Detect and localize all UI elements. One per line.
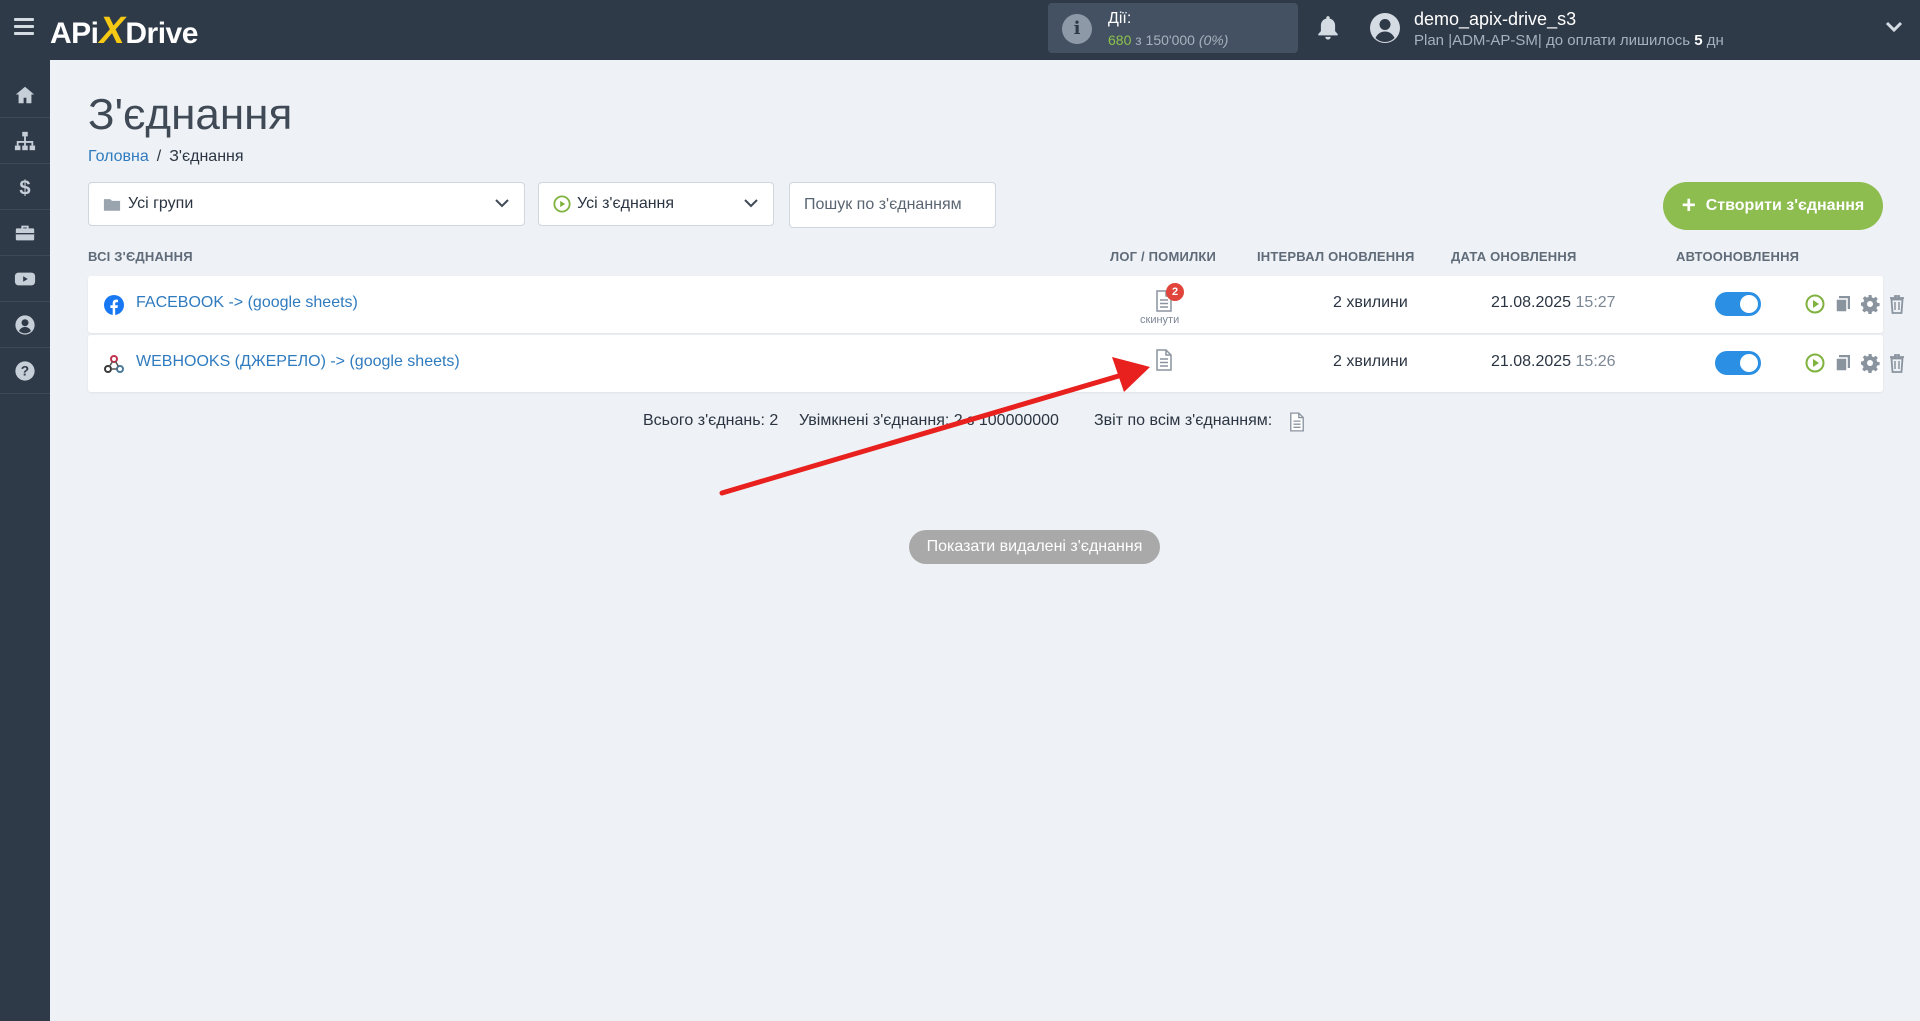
groups-select-value: Усі групи bbox=[128, 195, 194, 212]
breadcrumb: Головна / З'єднання bbox=[88, 148, 244, 165]
user-name[interactable]: demo_apix-drive_s3 bbox=[1414, 9, 1576, 30]
auto-update-toggle[interactable] bbox=[1715, 292, 1761, 316]
sidebar-item-profile[interactable] bbox=[0, 302, 50, 348]
breadcrumb-current: З'єднання bbox=[169, 148, 244, 165]
show-deleted-button[interactable]: Показати видалені з'єднання bbox=[909, 530, 1160, 564]
breadcrumb-home-link[interactable]: Головна bbox=[88, 148, 149, 165]
actions-count: 680 з 150'000 (0%) bbox=[1108, 32, 1229, 48]
enabled-connections: Увімкнені з'єднання: 2 з 100000000 bbox=[799, 412, 1059, 429]
page-title: З'єднання bbox=[88, 90, 293, 139]
plus-icon: + bbox=[1681, 192, 1696, 219]
dollar-icon: $ bbox=[19, 177, 30, 198]
sidebar-item-services[interactable] bbox=[0, 210, 50, 256]
search-input[interactable] bbox=[789, 182, 996, 228]
column-header-auto: АВТООНОВЛЕННЯ bbox=[1676, 249, 1800, 264]
logo[interactable]: APiXDrive bbox=[50, 10, 198, 53]
update-date: 21.08.2025 15:26 bbox=[1491, 353, 1616, 370]
help-icon: ? bbox=[15, 360, 35, 381]
run-icon[interactable] bbox=[1805, 294, 1825, 314]
total-connections: Всього з'єднань: 2 bbox=[643, 412, 779, 429]
briefcase-icon bbox=[15, 225, 35, 240]
info-icon: i bbox=[1062, 14, 1092, 44]
play-circle-icon bbox=[553, 195, 571, 213]
chevron-down-icon bbox=[744, 199, 758, 208]
bell-icon[interactable] bbox=[1315, 14, 1341, 42]
report-file-icon[interactable] bbox=[1289, 412, 1305, 432]
reset-errors-link[interactable]: скинути bbox=[1140, 314, 1179, 326]
copy-icon[interactable] bbox=[1833, 294, 1853, 314]
svg-text:?: ? bbox=[21, 363, 29, 378]
gear-icon[interactable] bbox=[1860, 353, 1880, 373]
actions-label: Дії: bbox=[1108, 10, 1132, 27]
chevron-down-icon[interactable] bbox=[1885, 20, 1903, 34]
trash-icon[interactable] bbox=[1887, 353, 1907, 373]
sidebar: $ ? bbox=[0, 60, 50, 1021]
sidebar-item-video[interactable] bbox=[0, 256, 50, 302]
create-connection-button[interactable]: + Створити з'єднання bbox=[1663, 182, 1883, 230]
webhooks-icon bbox=[104, 355, 124, 373]
sidebar-item-home[interactable] bbox=[0, 72, 50, 118]
sidebar-item-help[interactable]: ? bbox=[0, 348, 50, 394]
sitemap-icon bbox=[14, 131, 36, 150]
trash-icon[interactable] bbox=[1887, 294, 1907, 314]
column-header-log: ЛОГ / ПОМИЛКИ bbox=[1110, 249, 1217, 264]
svg-text:$: $ bbox=[19, 177, 30, 198]
actions-counter[interactable]: i Дії: 680 з 150'000 (0%) bbox=[1048, 3, 1298, 53]
facebook-icon bbox=[104, 295, 124, 315]
error-count-badge: 2 bbox=[1166, 283, 1184, 301]
run-icon[interactable] bbox=[1805, 353, 1825, 373]
table-row: FACEBOOK -> (google sheets) 2 скинути 2 … bbox=[88, 276, 1904, 333]
menu-icon[interactable] bbox=[14, 18, 34, 36]
copy-icon[interactable] bbox=[1833, 353, 1853, 373]
update-interval: 2 хвилини bbox=[1333, 294, 1408, 311]
table-row: WEBHOOKS (ДЖЕРЕЛО) -> (google sheets) 2 … bbox=[88, 335, 1904, 392]
log-file-icon[interactable] bbox=[1155, 349, 1173, 371]
gear-icon[interactable] bbox=[1860, 294, 1880, 314]
update-date: 21.08.2025 15:27 bbox=[1491, 294, 1616, 311]
top-bar: APiXDrive i Дії: 680 з 150'000 (0%) demo… bbox=[0, 0, 1920, 60]
column-header-interval: ІНТЕРВАЛ ОНОВЛЕННЯ bbox=[1257, 249, 1415, 264]
connections-select-value: Усі з'єднання bbox=[577, 195, 675, 212]
column-header-all: ВСІ З'ЄДНАННЯ bbox=[88, 249, 193, 264]
main-content: З'єднання Головна / З'єднання Усі групи Ус… bbox=[50, 60, 1920, 1021]
connection-name-link[interactable]: WEBHOOKS (ДЖЕРЕЛО) -> (google sheets) bbox=[136, 353, 460, 371]
connection-name-link[interactable]: FACEBOOK -> (google sheets) bbox=[136, 294, 358, 312]
sidebar-item-billing[interactable]: $ bbox=[0, 164, 50, 210]
home-icon bbox=[15, 86, 35, 103]
user-circle-icon bbox=[15, 314, 35, 335]
user-plan: Plan |ADM-AP-SM| до оплати лишилось 5 дн bbox=[1414, 32, 1724, 49]
update-interval: 2 хвилини bbox=[1333, 353, 1408, 370]
sidebar-item-connections[interactable] bbox=[0, 118, 50, 164]
connections-select[interactable]: Усі з'єднання bbox=[538, 182, 774, 226]
column-header-date: ДАТА ОНОВЛЕННЯ bbox=[1451, 249, 1577, 264]
chevron-down-icon bbox=[495, 199, 509, 208]
groups-select[interactable]: Усі групи bbox=[88, 182, 525, 226]
auto-update-toggle[interactable] bbox=[1715, 351, 1761, 375]
youtube-icon bbox=[14, 272, 36, 285]
user-avatar-icon[interactable] bbox=[1369, 12, 1401, 44]
folder-icon bbox=[103, 198, 121, 211]
report-label: Звіт по всім з'єднанням: bbox=[1094, 412, 1273, 429]
